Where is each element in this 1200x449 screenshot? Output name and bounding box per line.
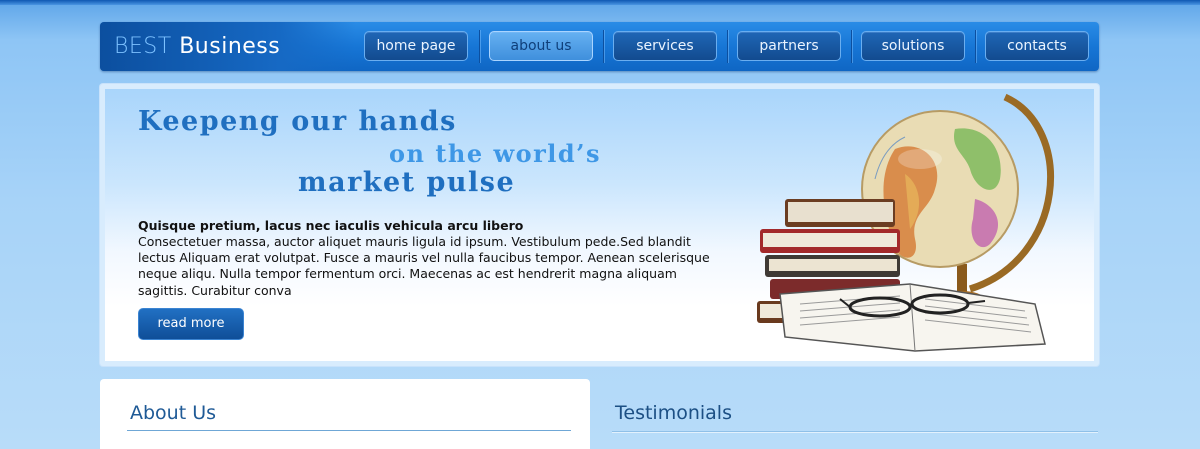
nav-solutions[interactable]: solutions — [861, 31, 965, 61]
slogan-line-2: on the world’s — [389, 139, 602, 168]
hero-body-text: Consectetuer massa, auctor aliquet mauri… — [138, 234, 710, 298]
logo-block: BEST Business — [100, 22, 356, 71]
site-logo[interactable]: BEST Business — [114, 32, 280, 62]
nav-divider — [727, 30, 728, 63]
logo-word-best: BEST — [114, 34, 172, 59]
nav-services[interactable]: services — [613, 31, 717, 61]
nav-divider — [479, 30, 480, 63]
top-strip — [0, 0, 1200, 5]
nav-divider — [975, 30, 976, 63]
testimonials-divider — [612, 431, 1098, 432]
testimonials-title: Testimonials — [615, 402, 732, 424]
hero-banner: Keepeng our hands on the world’s market … — [105, 89, 1094, 361]
globe-and-books-illustration — [757, 93, 1054, 352]
logo-word-business: Business — [179, 34, 281, 59]
nav-partners[interactable]: partners — [737, 31, 841, 61]
about-panel: About Us — [100, 379, 590, 449]
header-bar: BEST Business home page about us service… — [100, 22, 1099, 71]
nav-divider — [603, 30, 604, 63]
nav-contacts[interactable]: contacts — [985, 31, 1089, 61]
about-us-title: About Us — [130, 402, 217, 424]
slogan-line-3: market pulse — [298, 167, 516, 198]
slogan-line-1: Keepeng our hands — [138, 106, 457, 137]
nav-home-page[interactable]: home page — [364, 31, 468, 61]
read-more-button[interactable]: read more — [138, 308, 244, 340]
about-divider — [127, 430, 571, 431]
nav-about-us[interactable]: about us — [489, 31, 593, 61]
nav-divider — [851, 30, 852, 63]
hero-frame: Keepeng our hands on the world’s market … — [100, 84, 1099, 366]
hero-heading: Quisque pretium, lacus nec iaculis vehic… — [138, 218, 524, 233]
